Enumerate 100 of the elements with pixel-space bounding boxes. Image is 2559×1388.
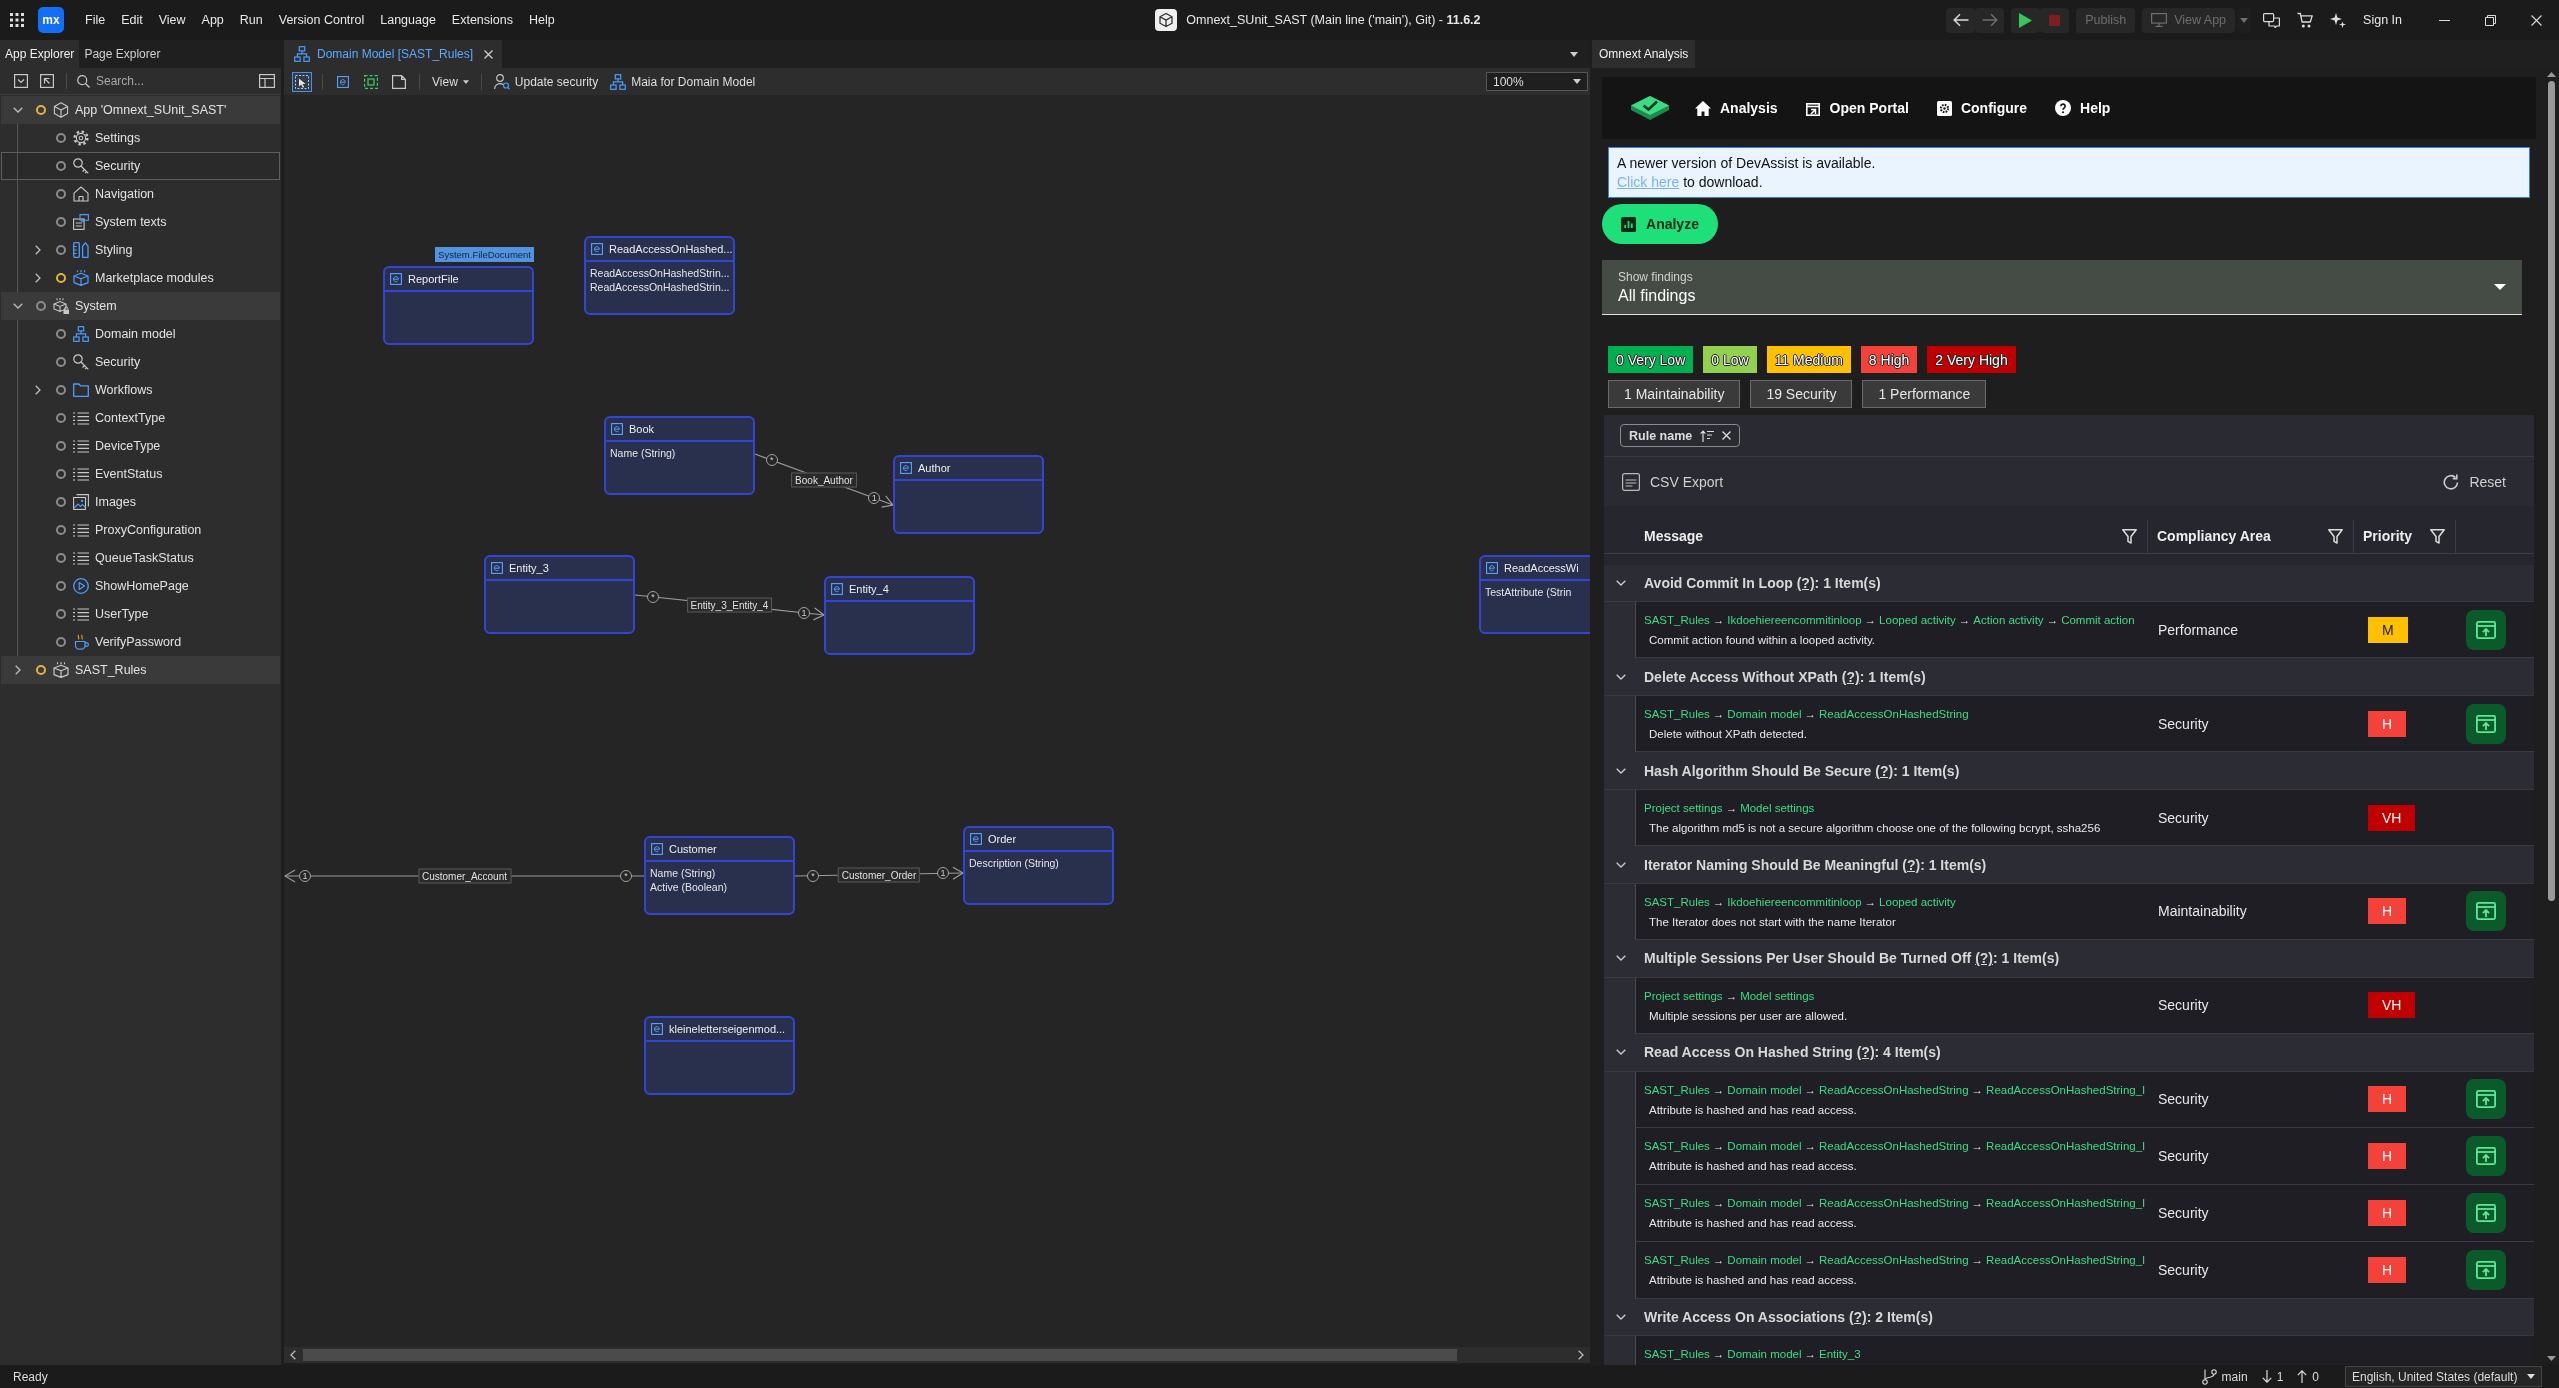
path-link[interactable]: ReadAccessOnHashedString xyxy=(1819,1195,1969,1212)
path-link[interactable]: ReadAccessOnHashedString_I xyxy=(1986,1252,2146,1269)
path-link[interactable]: SAST_Rules xyxy=(1644,893,1710,910)
path-link[interactable]: ReadAccessOnHashedString xyxy=(1819,1138,1969,1155)
help-link[interactable]: (?) xyxy=(1856,1044,1875,1061)
path-link[interactable]: Looped activity xyxy=(1879,611,1956,628)
tree-item[interactable]: Images xyxy=(1,488,280,516)
menu-item[interactable]: Run xyxy=(231,8,271,32)
panel-tab[interactable]: Omnext Analysis xyxy=(1592,40,1696,68)
path-link[interactable]: Domain model xyxy=(1727,1081,1802,1098)
help-link[interactable]: (?) xyxy=(1902,856,1921,873)
path-link[interactable]: Model settings xyxy=(1740,799,1815,816)
chevron-right-icon[interactable] xyxy=(35,385,41,395)
path-link[interactable]: Ikdoehiereencommitinloop xyxy=(1727,893,1862,910)
open-button[interactable] xyxy=(2466,703,2506,744)
menu-item[interactable]: App xyxy=(193,8,232,32)
path-link[interactable]: SAST_Rules xyxy=(1644,1138,1710,1155)
apps-grid-icon[interactable] xyxy=(10,13,24,27)
tree-item[interactable]: QueueTaskStatus xyxy=(1,544,280,572)
panel-tab[interactable]: Page Explorer xyxy=(79,40,166,68)
open-button[interactable] xyxy=(2466,1193,2506,1234)
tree-item[interactable]: ShowHomePage xyxy=(1,572,280,600)
tree-item[interactable]: ContextType xyxy=(1,404,280,432)
tree-item[interactable]: EventStatus xyxy=(1,460,280,488)
area-chip[interactable]: 19 Security xyxy=(1750,380,1853,408)
path-link[interactable]: Action activity xyxy=(1973,611,2044,628)
menu-item[interactable]: Extensions xyxy=(443,8,521,32)
path-link[interactable]: SAST_Rules xyxy=(1644,1346,1710,1363)
tree-item[interactable]: ProxyConfiguration xyxy=(1,516,280,544)
view-menu-button[interactable]: View xyxy=(426,70,475,93)
menu-item[interactable]: Version Control xyxy=(270,8,373,32)
branch-button[interactable]: main xyxy=(2201,1368,2248,1385)
area-chip[interactable]: 1 Performance xyxy=(1862,380,1987,408)
column-header[interactable]: Message xyxy=(1635,519,2148,553)
chevron-right-icon[interactable] xyxy=(35,245,41,255)
tree-item[interactable]: Workflows xyxy=(1,376,280,404)
nav-link[interactable]: Configure xyxy=(1936,100,2028,116)
path-link[interactable]: Ikdoehiereencommitinloop xyxy=(1727,611,1862,628)
editor-tab[interactable]: Domain Model [SAST_Rules] xyxy=(284,40,503,68)
path-link[interactable]: Project settings xyxy=(1644,799,1723,816)
tree-item[interactable]: Domain model xyxy=(1,320,280,348)
chevron-down-icon[interactable] xyxy=(1616,767,1626,774)
chevron-down-icon[interactable] xyxy=(13,107,23,113)
filter-icon[interactable] xyxy=(2328,528,2343,544)
tree-item[interactable]: Navigation xyxy=(1,180,280,208)
chevron-down-icon[interactable] xyxy=(1616,861,1626,868)
open-button[interactable] xyxy=(2466,1136,2506,1177)
menu-item[interactable]: Language xyxy=(372,8,444,32)
path-link[interactable]: Model settings xyxy=(1740,987,1815,1004)
filter-icon[interactable] xyxy=(2122,528,2137,544)
chevron-down-icon[interactable] xyxy=(1616,1314,1626,1321)
open-button[interactable] xyxy=(2466,891,2506,932)
horizontal-scrollbar[interactable] xyxy=(284,1347,1590,1363)
nav-link[interactable]: Help xyxy=(2055,100,2111,116)
path-link[interactable]: Domain model xyxy=(1727,1346,1802,1363)
path-link[interactable]: Domain model xyxy=(1727,1138,1802,1155)
sort-chip[interactable]: Rule name xyxy=(1620,424,1741,447)
sign-in-button[interactable]: Sign In xyxy=(2358,7,2407,33)
help-link[interactable]: (?) xyxy=(1875,762,1894,779)
tree-item[interactable]: UserType xyxy=(1,600,280,628)
chevron-down-icon[interactable] xyxy=(1616,579,1626,586)
help-link[interactable]: (?) xyxy=(1796,574,1815,591)
language-select[interactable]: English, United States (default) xyxy=(2345,1366,2542,1387)
tree-item[interactable]: Security xyxy=(1,348,280,376)
panel-layout-icon[interactable] xyxy=(259,74,275,88)
tree-item[interactable]: Settings xyxy=(1,124,280,152)
path-link[interactable]: Commit action xyxy=(2061,611,2135,628)
csv-export-button[interactable]: CSV Export xyxy=(1618,468,1728,495)
tree-item[interactable]: SAST_Rules xyxy=(1,656,280,684)
path-link[interactable]: ReadAccessOnHashedString_I xyxy=(1986,1138,2146,1155)
open-button[interactable] xyxy=(2466,1079,2506,1120)
path-link[interactable]: Domain model xyxy=(1727,1252,1802,1269)
close-icon[interactable] xyxy=(484,49,494,59)
tool-button[interactable] xyxy=(292,71,312,92)
path-link[interactable]: SAST_Rules xyxy=(1644,705,1710,722)
path-link[interactable]: ReadAccessOnHashedString_I xyxy=(1986,1081,2146,1098)
run-button[interactable] xyxy=(2011,7,2041,33)
chevron-right-icon[interactable] xyxy=(15,665,21,675)
search-field[interactable]: Search... xyxy=(90,70,253,92)
help-link[interactable]: (?) xyxy=(1841,668,1860,685)
column-header[interactable]: Compliancy Area xyxy=(2148,519,2354,553)
path-link[interactable]: ReadAccessOnHashedString xyxy=(1819,1081,1969,1098)
findings-select[interactable]: Show findings All findings xyxy=(1602,260,2522,315)
menu-item[interactable]: View xyxy=(150,8,194,32)
path-link[interactable]: ReadAccessOnHashedString xyxy=(1819,705,1969,722)
nav-link[interactable]: Analysis xyxy=(1695,100,1778,116)
chevron-down-icon[interactable] xyxy=(1616,673,1626,680)
severity-chip[interactable]: 8 High xyxy=(1860,346,1918,373)
tree-item[interactable]: System xyxy=(1,292,280,320)
tree-item[interactable]: Styling xyxy=(1,236,280,264)
open-button[interactable] xyxy=(2466,609,2506,650)
outgoing-button[interactable]: 0 xyxy=(2297,1369,2319,1384)
menu-item[interactable]: Edit xyxy=(113,8,151,32)
path-link[interactable]: ReadAccessOnHashedString xyxy=(1819,1252,1969,1269)
path-link[interactable]: Entity_3 xyxy=(1819,1346,1861,1363)
path-link[interactable]: Domain model xyxy=(1727,1195,1802,1212)
caret-down-icon[interactable] xyxy=(1570,51,1578,57)
square-arrow-icon[interactable] xyxy=(40,74,54,88)
minimize-icon[interactable] xyxy=(2438,19,2450,21)
open-button[interactable] xyxy=(2466,1250,2506,1291)
